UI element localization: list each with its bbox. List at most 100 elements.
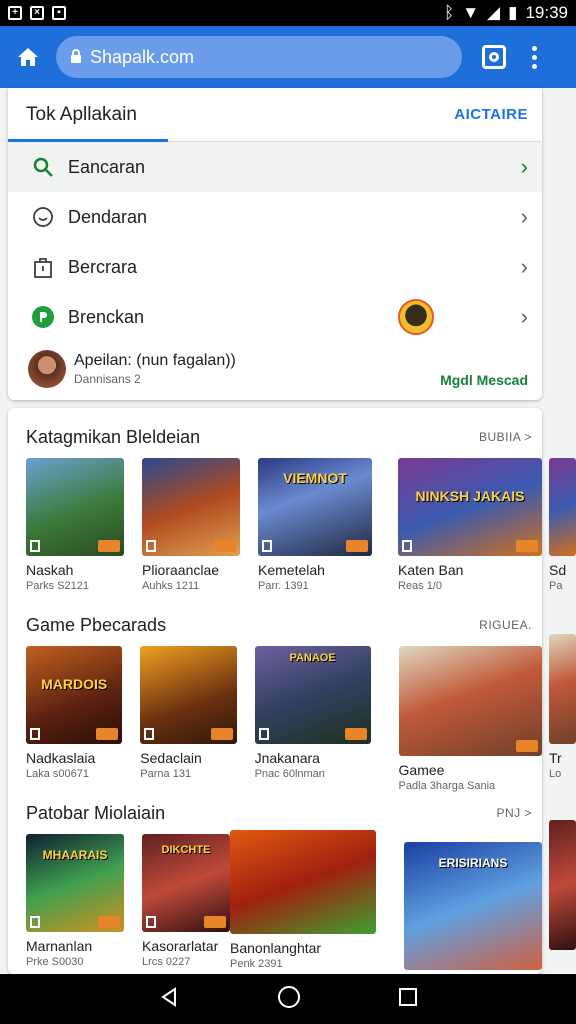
tab-main[interactable]: Tok Apllakain: [8, 104, 137, 126]
recents-icon: [398, 987, 417, 1006]
app-thumbnail: MHAARAIS: [26, 834, 124, 932]
section-title: Game Pbecarads: [26, 614, 167, 635]
thumbnail-art-text: MARDOIS: [41, 676, 108, 692]
thumbnail-art-text: MHAARAIS: [42, 848, 108, 862]
app-sub: Reas 1/0: [398, 580, 443, 592]
section-more-link[interactable]: PNJ >: [496, 806, 532, 820]
app-sub: Auhks 1211: [142, 580, 200, 592]
app-sub: Laka s00671: [26, 768, 89, 780]
thumbnail-art-text: NINKSH JAKAIS: [415, 488, 525, 504]
app-sub: Pa: [549, 580, 563, 592]
app-sub: Penk 2391: [230, 958, 283, 970]
app-sub: Lo: [549, 768, 562, 780]
section-more-link[interactable]: RIGUEA.: [479, 618, 532, 632]
app-thumbnail[interactable]: [549, 820, 576, 950]
menu-item-label: Brenckan: [68, 306, 145, 327]
app-name: Tr: [549, 750, 562, 766]
tab-header: Tok Apllakain AICTAIRE: [8, 88, 542, 142]
section-header: Game Pbecarads RIGUEA.: [8, 604, 542, 646]
chevron-right-icon: ›: [520, 254, 528, 279]
section-header: Katagmikan Bleldeian BUBIIA >: [8, 416, 542, 458]
photo-notification-icon: ▪: [52, 6, 66, 20]
app-name: Marnanlan: [26, 938, 93, 954]
home-button[interactable]: [0, 26, 56, 88]
app-sub: Prke S0030: [26, 956, 84, 968]
section-title: Patobar Miolaiain: [26, 802, 166, 823]
app-thumbnail: [230, 830, 376, 934]
account-sub: Dannisans 2: [74, 372, 141, 386]
menu-item-play[interactable]: Brenckan ›: [8, 292, 542, 342]
app-thumbnail: PANAOE: [254, 646, 371, 744]
system-nav-bar: [0, 974, 576, 1024]
app-thumbnail: DIKCHTE: [142, 834, 230, 932]
bluetooth-icon: ᛒ: [443, 3, 455, 22]
app-tile[interactable]: Plioraanclae Auhks 1211: [142, 458, 240, 604]
profile-badge-icon[interactable]: [398, 299, 434, 335]
app-name: Katen Ban: [398, 562, 464, 578]
overflow-menu-button[interactable]: [532, 45, 537, 69]
app-thumbnail[interactable]: [549, 634, 576, 744]
back-icon: [161, 986, 177, 1007]
play-icon: [30, 304, 56, 330]
home-icon: [18, 48, 38, 66]
url-text: Shapalk.com: [90, 46, 195, 67]
url-bar[interactable]: Shapalk.com: [56, 36, 462, 78]
app-thumbnail: NINKSH JAKAIS: [398, 458, 542, 556]
thumbnail-art-text: ERISIRIANS: [438, 856, 508, 870]
app-tile[interactable]: VIEMNOT Kemetelah Parr. 1391: [258, 458, 372, 604]
app-name: Nadkaslaia: [26, 750, 96, 766]
app-tile[interactable]: PANAOE Jnakanara Pnac 60lnman: [254, 646, 371, 792]
account-row[interactable]: Apeilan: (nun fagalan)) Dannisans 2 Mgdl…: [8, 342, 542, 396]
menu-item-search[interactable]: Eancaran ›: [8, 142, 542, 192]
app-sub: Padla 3harga Sania: [398, 780, 496, 792]
top-card: Tok Apllakain AICTAIRE Eancaran › Dendar…: [8, 88, 542, 400]
app-thumbnail: MARDOIS: [26, 646, 123, 744]
recents-button[interactable]: [398, 987, 418, 1012]
app-thumbnail[interactable]: [549, 458, 576, 556]
tab-switcher-button[interactable]: [482, 45, 506, 69]
tab-indicator: [8, 139, 168, 142]
menu-item-bag[interactable]: Bercrara ›: [8, 242, 542, 292]
section-more-link[interactable]: BUBIIA >: [479, 430, 532, 444]
app-tile[interactable]: MARDOIS Nadkaslaia Laka s00671: [26, 646, 123, 792]
home-circle-icon: [277, 985, 300, 1008]
app-name: Gamee: [398, 762, 445, 778]
wifi-icon: ▼: [462, 3, 480, 22]
home-nav-button[interactable]: [277, 985, 301, 1014]
app-thumbnail: [140, 646, 237, 744]
account-link[interactable]: Mgdl Mescad: [440, 372, 528, 388]
menu-item-label: Bercrara: [68, 256, 138, 277]
app-tile[interactable]: Gamee Padla 3harga Sania: [398, 646, 542, 792]
menu-item-smiley[interactable]: Dendaran ›: [8, 192, 542, 242]
tab-icon: [489, 52, 499, 62]
tile-row: Naskah Parks S2121 Plioraanclae Auhks 12…: [8, 458, 542, 604]
app-sub: Pnac 60lnman: [254, 768, 325, 780]
thumbnail-art-text: VIEMNOT: [283, 470, 347, 486]
app-feed: Katagmikan Bleldeian BUBIIA > Naskah Par…: [8, 408, 542, 974]
app-name: Plioraanclae: [142, 562, 220, 578]
signal-icon: ◢: [487, 3, 501, 22]
peek-column: Sd Pa Tr Lo: [549, 408, 576, 974]
menu-item-label: Dendaran: [68, 206, 148, 227]
app-sub: Parks S2121: [26, 580, 89, 592]
app-tile[interactable]: NINKSH JAKAIS Katen Ban Reas 1/0: [398, 458, 542, 604]
tile-row: MHAARAIS Marnanlan Prke S0030 DIKCHTE Ka…: [8, 830, 542, 980]
app-tile[interactable]: ERISIRIANS: [404, 834, 542, 980]
app-name: Sd: [549, 562, 567, 578]
section-title: Katagmikan Bleldeian: [26, 426, 201, 447]
search-icon: [30, 154, 56, 180]
tab-action-link[interactable]: AICTAIRE: [454, 106, 528, 123]
app-thumbnail: [398, 646, 542, 756]
app-tile[interactable]: DIKCHTE Kasorarlatar Lrcs 0227: [142, 834, 230, 980]
app-tile[interactable]: Naskah Parks S2121: [26, 458, 124, 604]
browser-toolbar: Shapalk.com: [0, 26, 576, 88]
app-thumbnail: [26, 458, 124, 556]
back-button[interactable]: [158, 986, 180, 1013]
app-tile[interactable]: MHAARAIS Marnanlan Prke S0030: [26, 834, 124, 980]
notification-icon: +: [8, 6, 22, 20]
chevron-right-icon: ›: [520, 204, 528, 229]
app-tile[interactable]: Banonlanghtar Penk 2391: [230, 830, 376, 980]
app-tile[interactable]: Sedaclain Parna 131: [140, 646, 237, 792]
app-thumbnail: ERISIRIANS: [404, 842, 542, 970]
account-name: Apeilan: (nun fagalan)): [74, 352, 236, 369]
